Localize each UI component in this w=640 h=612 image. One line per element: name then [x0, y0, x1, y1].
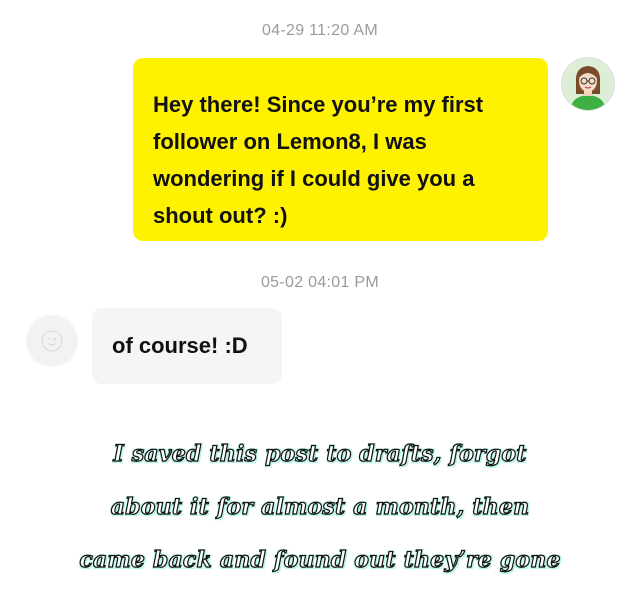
caption-line: about it for almost a month, then: [110, 493, 530, 520]
caption-line: I saved this post to drafts, forgot: [113, 440, 527, 467]
message-text: of course! :D: [112, 333, 248, 358]
default-avatar-icon[interactable]: [26, 315, 78, 367]
user-avatar-icon[interactable]: [562, 58, 614, 110]
caption-line: came back and found out they’re gone: [79, 546, 561, 573]
timestamp: 04-29 11:20 AM: [262, 22, 378, 39]
message-bubble-incoming[interactable]: of course! :D: [92, 308, 282, 384]
overlay-caption: I saved this post to drafts, forgot abou…: [0, 428, 640, 587]
message-text: Hey there! Since you’re my first followe…: [153, 92, 484, 228]
timestamp: 05-02 04:01 PM: [260, 274, 380, 291]
message-bubble-outgoing[interactable]: Hey there! Since you’re my first followe…: [133, 58, 548, 241]
